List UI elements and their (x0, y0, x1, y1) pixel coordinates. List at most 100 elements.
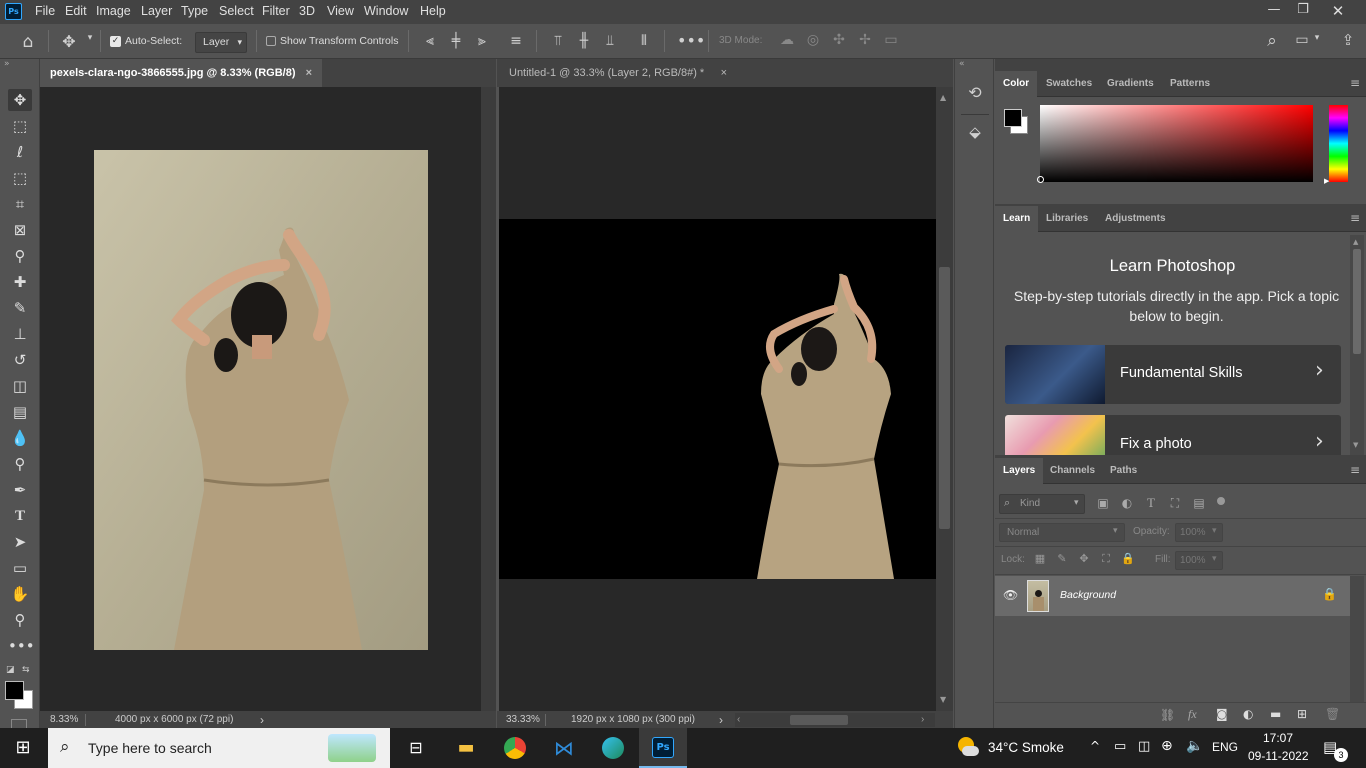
layer-name[interactable]: Background (1060, 589, 1116, 601)
panel-menu-icon[interactable]: ≡ (1350, 463, 1360, 477)
lasso-tool-icon[interactable]: ℓ (8, 141, 32, 163)
align-middle-icon[interactable]: ╫ (575, 33, 593, 49)
menu-file[interactable]: File (35, 4, 55, 18)
frame-tool-icon[interactable]: ⊠ (8, 219, 32, 241)
scrollbar[interactable] (481, 87, 496, 711)
volume-icon[interactable]: 🔈 (1186, 738, 1203, 754)
scrollbar-thumb[interactable] (1353, 249, 1361, 354)
scroll-down-icon[interactable]: ▼ (1353, 441, 1358, 449)
tab-channels[interactable]: Channels (1042, 458, 1103, 484)
menu-window[interactable]: Window (364, 4, 408, 18)
home-icon[interactable]: ⌂ (16, 32, 40, 52)
opacity-field[interactable]: 100% ▾ (1175, 523, 1223, 542)
language-indicator[interactable]: ENG (1212, 740, 1238, 754)
align-right-icon[interactable]: ⫸ (473, 33, 491, 49)
align-top-icon[interactable]: ⫪ (549, 33, 567, 49)
menu-layer[interactable]: Layer (141, 4, 172, 18)
color-field[interactable] (1037, 105, 1313, 183)
3d-orbit-icon[interactable]: ☁ (778, 32, 796, 48)
3d-pan-icon[interactable]: ✣ (830, 32, 848, 48)
zoom-tool-icon[interactable]: ⚲ (8, 609, 32, 631)
chrome-icon[interactable] (492, 728, 538, 768)
scroll-right-icon[interactable]: › (921, 711, 924, 729)
fill-field[interactable]: 100% ▾ (1175, 551, 1223, 570)
panel-menu-icon[interactable]: ≡ (1350, 76, 1360, 90)
eye-icon[interactable]: 👁 (1003, 588, 1018, 602)
foreground-color-swatch[interactable] (1004, 109, 1022, 127)
hand-tool-icon[interactable]: ✋ (8, 583, 32, 605)
gradient-tool-icon[interactable]: ▤ (8, 401, 32, 423)
eraser-tool-icon[interactable]: ◫ (8, 375, 32, 397)
link-layers-icon[interactable]: ⛓ (1160, 708, 1175, 722)
history-panel-icon[interactable]: ⟲ (964, 83, 986, 102)
learn-scrollbar[interactable]: ▲ ▼ (1350, 235, 1364, 455)
canvas-area[interactable] (499, 87, 936, 711)
photoshop-taskbar-button[interactable]: Ps (639, 728, 687, 768)
show-transform-checkbox[interactable] (266, 36, 276, 46)
edge-icon[interactable] (590, 728, 636, 768)
weather-text[interactable]: 34°C Smoke (988, 740, 1064, 755)
workspace-icon[interactable]: ▭ (1292, 32, 1312, 48)
align-left-icon[interactable]: ⫷ (421, 33, 439, 49)
add-mask-icon[interactable]: ◙ (1216, 707, 1228, 721)
composite-canvas[interactable] (499, 219, 936, 579)
new-layer-icon[interactable]: ⊞ (1297, 707, 1307, 721)
blur-tool-icon[interactable]: 💧 (8, 427, 32, 449)
menu-3d[interactable]: 3D (299, 4, 315, 18)
device-icon[interactable]: ◫ (1138, 739, 1150, 754)
battery-icon[interactable]: ▭ (1114, 739, 1126, 754)
tab-adjustments[interactable]: Adjustments (1097, 206, 1174, 232)
restore-icon[interactable]: ❐ (1289, 2, 1317, 22)
menu-edit[interactable]: Edit (65, 4, 87, 18)
rectangle-tool-icon[interactable]: ▭ (8, 557, 32, 579)
menu-image[interactable]: Image (96, 4, 131, 18)
3d-slide-icon[interactable]: ✢ (856, 32, 874, 48)
history-brush-tool-icon[interactable]: ↺ (8, 349, 32, 371)
task-view-icon[interactable]: ⊟ (393, 728, 439, 768)
filter-pixel-icon[interactable]: ▣ (1095, 496, 1111, 510)
distribute-vertical-icon[interactable]: ⦀ (635, 33, 653, 49)
zoom-level[interactable]: 8.33% (50, 711, 78, 729)
layer-style-icon[interactable]: fx (1188, 707, 1197, 722)
lock-artboard-icon[interactable]: ⛶ (1099, 552, 1113, 566)
chevron-right-icon[interactable]: › (260, 711, 264, 729)
object-select-tool-icon[interactable]: ⬚ (8, 167, 32, 189)
filter-type-icon[interactable]: T (1143, 495, 1159, 511)
auto-select-dropdown[interactable]: Layer ▾ (195, 32, 247, 53)
menu-filter[interactable]: Filter (262, 4, 290, 18)
pen-tool-icon[interactable]: ✒ (8, 479, 32, 501)
document-tab[interactable]: pexels-clara-ngo-3866555.jpg @ 8.33% (RG… (40, 59, 322, 87)
photo-canvas[interactable] (94, 150, 428, 650)
move-tool-icon[interactable]: ✥ (8, 89, 32, 111)
brush-tool-icon[interactable]: ✎ (8, 297, 32, 319)
default-colors-icon[interactable]: ◪ (6, 665, 15, 675)
lock-position-icon[interactable]: ✥ (1077, 552, 1091, 565)
distribute-icon[interactable]: ≡ (507, 33, 525, 49)
healing-brush-tool-icon[interactable]: ✚ (8, 271, 32, 293)
eyedropper-tool-icon[interactable]: ⚲ (8, 245, 32, 267)
more-options-icon[interactable]: ••• (677, 31, 705, 50)
foreground-color-swatch[interactable] (5, 681, 24, 700)
document-tab[interactable]: Untitled-1 @ 33.3% (Layer 2, RGB/8#) * × (499, 59, 737, 87)
learn-card-fix-photo[interactable]: Fix a photo › (1005, 415, 1341, 455)
learn-card-fundamental[interactable]: Fundamental Skills › (1005, 345, 1341, 404)
new-group-icon[interactable]: ▬ (1270, 707, 1281, 721)
panel-menu-icon[interactable]: ≡ (1350, 211, 1360, 225)
menu-type[interactable]: Type (181, 4, 208, 18)
clock-date[interactable]: 09-11-2022 (1248, 749, 1309, 763)
marquee-tool-icon[interactable]: ⬚ (8, 115, 32, 137)
filter-smart-object-icon[interactable]: ▤ (1191, 496, 1207, 510)
clone-stamp-tool-icon[interactable]: ⊥ (8, 323, 32, 345)
chevron-down-icon[interactable]: ▾ (1312, 33, 1322, 43)
file-explorer-icon[interactable]: ▬ (443, 728, 489, 768)
align-bottom-icon[interactable]: ⫫ (601, 33, 619, 49)
vertical-scrollbar[interactable]: ▲ ▼ (936, 87, 953, 711)
edit-toolbar-icon[interactable]: ••• (8, 635, 35, 657)
auto-select-checkbox[interactable]: ✓ (110, 36, 121, 47)
lock-all-icon[interactable]: 🔒 (1121, 552, 1135, 565)
tab-learn[interactable]: Learn (995, 206, 1039, 232)
tab-swatches[interactable]: Swatches (1038, 71, 1100, 97)
type-tool-icon[interactable]: T (8, 505, 32, 527)
horizontal-scrollbar[interactable]: ‹ › (735, 713, 935, 727)
adjustment-layer-icon[interactable]: ◐ (1243, 707, 1253, 721)
